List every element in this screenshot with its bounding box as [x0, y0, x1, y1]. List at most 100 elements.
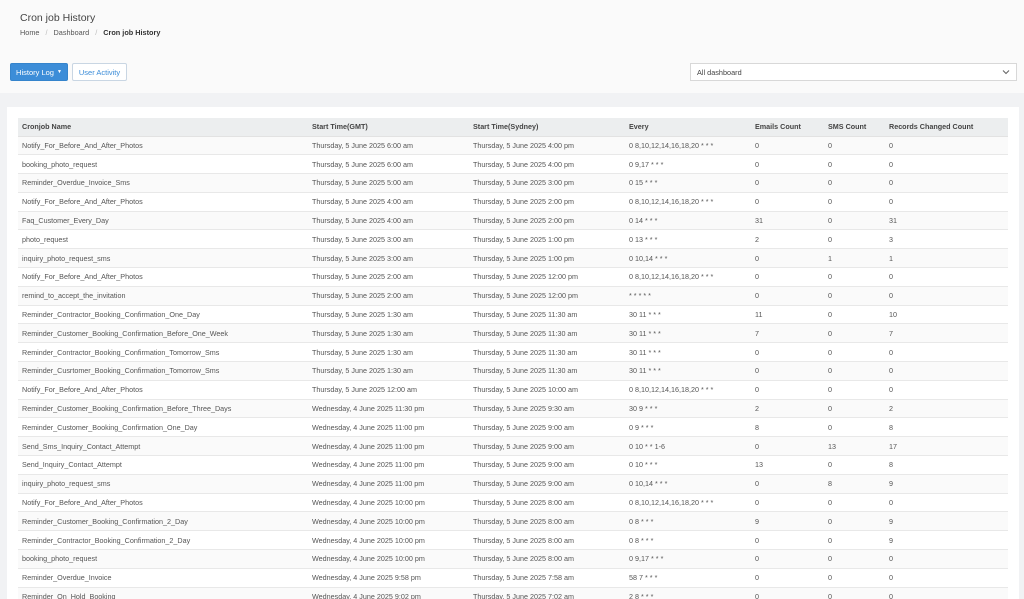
table-row[interactable]: Faq_Customer_Every_Day Thursday, 5 June 2… — [18, 211, 1008, 231]
table-row[interactable]: Notify_For_Before_And_After_Photos Wednes… — [18, 493, 1008, 513]
table-row[interactable]: Reminder_Customer_Booking_Confirmation_O… — [18, 417, 1008, 438]
cronjob-name-cell: Reminder_Contractor_Booking_Confirmation… — [18, 530, 308, 551]
records-changed-cell: 0 — [885, 380, 1008, 400]
table-row[interactable]: Reminder_Overdue_Invoice_Sms Thursday, 5 … — [18, 173, 1008, 193]
sms-count-cell: 0 — [824, 587, 885, 599]
column-header-cronjob-name[interactable]: Cronjob Name — [18, 118, 308, 137]
sms-count-cell: 0 — [824, 305, 885, 325]
records-changed-cell: 0 — [885, 493, 1008, 513]
records-changed-cell: 0 — [885, 587, 1008, 599]
table-row[interactable]: Reminder_Contractor_Booking_Confirmation… — [18, 305, 1008, 325]
column-header-sms-count[interactable]: SMS Count — [824, 118, 885, 137]
cronjob-name-cell: Reminder_On_Hold_Booking — [18, 587, 308, 599]
records-changed-cell: 0 — [885, 286, 1008, 306]
every-cell: 0 10 * * 1-6 — [625, 436, 751, 457]
start-time-sydney-cell: Thursday, 5 June 2025 7:02 am — [469, 587, 625, 599]
table-row[interactable]: Reminder_On_Hold_Booking Wednesday, 4 Jun… — [18, 587, 1008, 599]
column-header-start-time-sydney[interactable]: Start Time(Sydney) — [469, 118, 625, 137]
breadcrumb: Home / Dashboard / Cron job History — [20, 28, 160, 37]
sms-count-cell: 0 — [824, 211, 885, 231]
breadcrumb-current: Cron job History — [103, 28, 161, 37]
start-time-gmt-cell: Thursday, 5 June 2025 4:00 am — [308, 211, 469, 231]
table-row[interactable]: Notify_For_Before_And_After_Photos Thursd… — [18, 136, 1008, 156]
breadcrumb-dashboard[interactable]: Dashboard — [54, 28, 90, 37]
start-time-sydney-cell: Thursday, 5 June 2025 1:00 pm — [469, 248, 625, 269]
sms-count-cell: 0 — [824, 568, 885, 588]
emails-count-cell: 0 — [751, 436, 824, 457]
records-changed-cell: 3 — [885, 229, 1008, 250]
table-row[interactable]: Reminder_Contractor_Booking_Confirmation… — [18, 530, 1008, 551]
start-time-gmt-cell: Thursday, 5 June 2025 12:00 am — [308, 380, 469, 400]
start-time-gmt-cell: Thursday, 5 June 2025 3:00 am — [308, 248, 469, 269]
table-row[interactable]: inquiry_photo_request_sms Thursday, 5 Jun… — [18, 248, 1008, 269]
records-changed-cell: 0 — [885, 568, 1008, 588]
emails-count-cell: 31 — [751, 211, 824, 231]
history-log-button[interactable]: History Log ▼ — [10, 63, 68, 81]
sms-count-cell: 0 — [824, 229, 885, 250]
start-time-sydney-cell: Thursday, 5 June 2025 8:00 am — [469, 530, 625, 551]
start-time-sydney-cell: Thursday, 5 June 2025 4:00 pm — [469, 154, 625, 175]
breadcrumb-home[interactable]: Home — [20, 28, 39, 37]
table-row[interactable]: Reminder_Customer_Booking_Confirmation_B… — [18, 323, 1008, 344]
column-header-start-time-gmt[interactable]: Start Time(GMT) — [308, 118, 469, 137]
start-time-gmt-cell: Wednesday, 4 June 2025 9:58 pm — [308, 568, 469, 588]
table-row[interactable]: Send_Sms_Inquiry_Contact_Attempt Wednesda… — [18, 436, 1008, 457]
sms-count-cell: 0 — [824, 192, 885, 212]
start-time-sydney-cell: Thursday, 5 June 2025 9:00 am — [469, 455, 625, 475]
table-row[interactable]: booking_photo_request Thursday, 5 June 20… — [18, 154, 1008, 175]
column-header-records-changed-count[interactable]: Records Changed Count — [885, 118, 1008, 137]
records-changed-cell: 0 — [885, 154, 1008, 175]
sms-count-cell: 0 — [824, 342, 885, 363]
table-row[interactable]: booking_photo_request Wednesday, 4 June 2… — [18, 549, 1008, 569]
dashboard-select-value: All dashboard — [697, 67, 742, 77]
breadcrumb-separator: / — [45, 28, 48, 37]
dashboard-select[interactable]: All dashboard — [690, 63, 1017, 81]
cronjob-name-cell: Send_Sms_Inquiry_Contact_Attempt — [18, 436, 308, 457]
table-row[interactable]: Send_Inquiry_Contact_Attempt Wednesday, 4… — [18, 455, 1008, 475]
every-cell: 30 11 * * * — [625, 342, 751, 363]
user-activity-button[interactable]: User Activity — [72, 63, 127, 81]
sms-count-cell: 1 — [824, 248, 885, 269]
table-row[interactable]: remind_to_accept_the_invitation Thursday,… — [18, 286, 1008, 306]
records-changed-cell: 9 — [885, 474, 1008, 494]
start-time-gmt-cell: Wednesday, 4 June 2025 10:00 pm — [308, 493, 469, 513]
table-row[interactable]: photo_request Thursday, 5 June 2025 3:00 … — [18, 229, 1008, 250]
column-header-every[interactable]: Every — [625, 118, 751, 137]
emails-count-cell: 7 — [751, 323, 824, 344]
table-row[interactable]: Reminder_Contractor_Booking_Confirmation… — [18, 342, 1008, 363]
cronjob-name-cell: Reminder_Customer_Booking_Confirmation_O… — [18, 417, 308, 438]
start-time-gmt-cell: Thursday, 5 June 2025 5:00 am — [308, 173, 469, 193]
start-time-sydney-cell: Thursday, 5 June 2025 7:58 am — [469, 568, 625, 588]
table-row[interactable]: Reminder_Customer_Booking_Confirmation_2… — [18, 511, 1008, 532]
cronjob-name-cell: Reminder_Cusrtomer_Booking_Confirmation_… — [18, 361, 308, 381]
table-row[interactable]: Notify_For_Before_And_After_Photos Thursd… — [18, 380, 1008, 400]
start-time-sydney-cell: Thursday, 5 June 2025 8:00 am — [469, 549, 625, 569]
table-row[interactable]: Notify_For_Before_And_After_Photos Thursd… — [18, 192, 1008, 212]
records-changed-cell: 0 — [885, 173, 1008, 193]
cronjob-name-cell: Reminder_Contractor_Booking_Confirmation… — [18, 305, 308, 325]
start-time-gmt-cell: Thursday, 5 June 2025 6:00 am — [308, 154, 469, 175]
table-row[interactable]: Reminder_Customer_Booking_Confirmation_B… — [18, 399, 1008, 419]
every-cell: 0 8,10,12,14,16,18,20 * * * — [625, 192, 751, 212]
emails-count-cell: 2 — [751, 399, 824, 419]
start-time-sydney-cell: Thursday, 5 June 2025 9:30 am — [469, 399, 625, 419]
cronjob-name-cell: Notify_For_Before_And_After_Photos — [18, 267, 308, 287]
cronjob-name-cell: Reminder_Overdue_Invoice — [18, 568, 308, 588]
column-header-emails-count[interactable]: Emails Count — [751, 118, 824, 137]
start-time-gmt-cell: Wednesday, 4 June 2025 10:00 pm — [308, 530, 469, 551]
records-changed-cell: 10 — [885, 305, 1008, 325]
table-row[interactable]: Notify_For_Before_And_After_Photos Thursd… — [18, 267, 1008, 287]
emails-count-cell: 0 — [751, 286, 824, 306]
table-row[interactable]: Reminder_Cusrtomer_Booking_Confirmation_… — [18, 361, 1008, 381]
emails-count-cell: 0 — [751, 154, 824, 175]
start-time-sydney-cell: Thursday, 5 June 2025 9:00 am — [469, 436, 625, 457]
cronjob-name-cell: Reminder_Contractor_Booking_Confirmation… — [18, 342, 308, 363]
records-changed-cell: 0 — [885, 192, 1008, 212]
table-row[interactable]: Reminder_Overdue_Invoice Wednesday, 4 Jun… — [18, 568, 1008, 588]
emails-count-cell: 0 — [751, 493, 824, 513]
records-changed-cell: 2 — [885, 399, 1008, 419]
emails-count-cell: 0 — [751, 248, 824, 269]
sms-count-cell: 0 — [824, 286, 885, 306]
records-changed-cell: 8 — [885, 455, 1008, 475]
table-row[interactable]: inquiry_photo_request_sms Wednesday, 4 Ju… — [18, 474, 1008, 494]
